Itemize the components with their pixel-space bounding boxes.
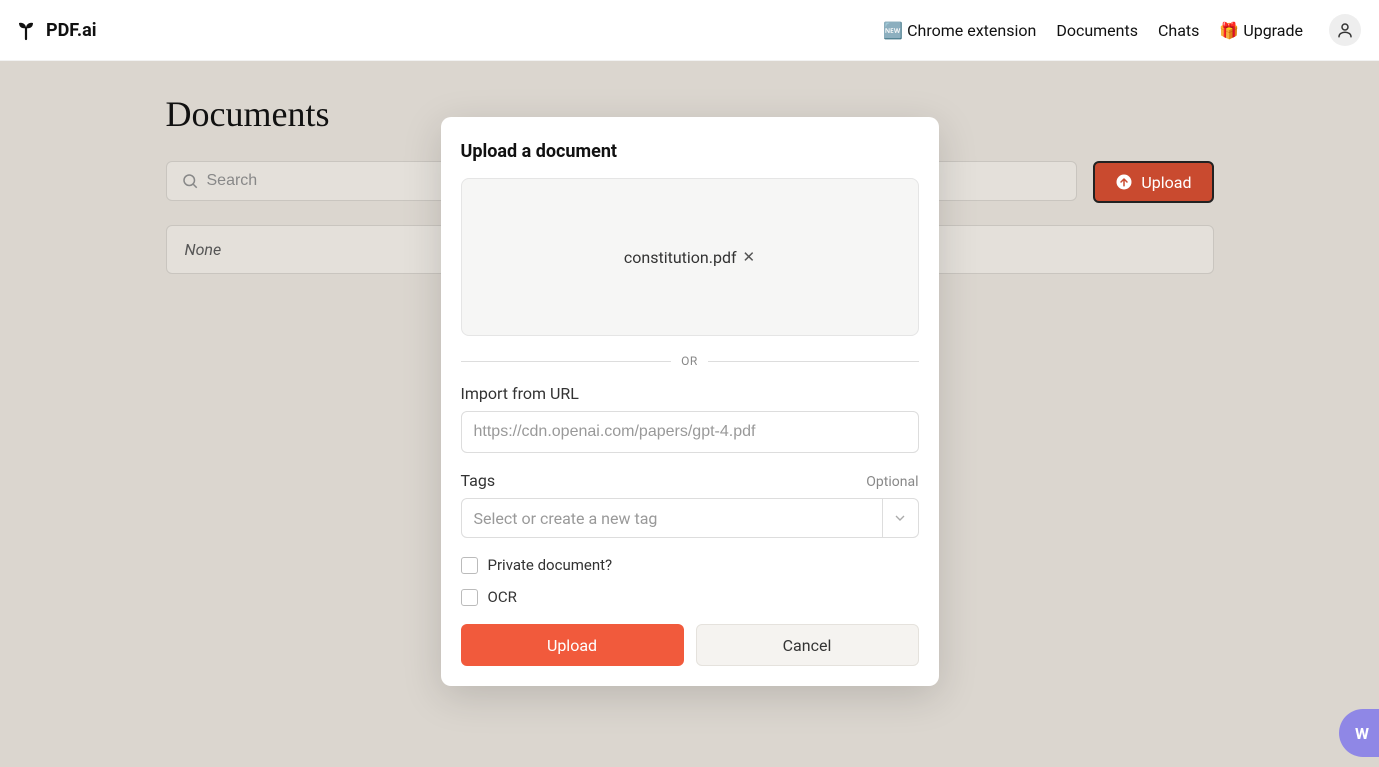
nav-documents[interactable]: Documents (1056, 21, 1138, 40)
upload-icon (1115, 173, 1133, 191)
remove-file-icon[interactable]: ✕ (743, 248, 756, 266)
nav-chrome-extension[interactable]: 🆕 Chrome extension (883, 21, 1036, 40)
tags-select-placeholder: Select or create a new tag (474, 509, 658, 528)
import-url-input[interactable] (461, 411, 919, 453)
checkbox-box (461, 589, 478, 606)
brand-name: PDF.ai (46, 20, 97, 41)
nav-chats-label: Chats (1158, 21, 1199, 40)
tags-select[interactable]: Select or create a new tag (461, 498, 919, 538)
upload-button-label: Upload (1141, 173, 1191, 192)
private-label: Private document? (488, 556, 613, 574)
import-url-label: Import from URL (461, 384, 919, 403)
selected-file-name: constitution.pdf (624, 248, 737, 267)
nav-upgrade[interactable]: 🎁 Upgrade (1219, 21, 1303, 40)
checkbox-box (461, 557, 478, 574)
selected-file: constitution.pdf ✕ (624, 248, 755, 267)
modal-upload-label: Upload (547, 636, 597, 655)
gift-icon: 🎁 (1219, 21, 1239, 40)
chevron-down-icon (882, 499, 918, 537)
app-header: PDF.ai 🆕 Chrome extension Documents Chat… (0, 0, 1379, 61)
upload-button[interactable]: Upload (1093, 161, 1213, 203)
private-checkbox[interactable]: Private document? (461, 556, 919, 574)
tags-label-row: Tags Optional (461, 471, 919, 490)
ocr-label: OCR (488, 588, 517, 606)
brand-logo[interactable]: PDF.ai (14, 18, 97, 42)
empty-state-text: None (185, 240, 222, 259)
modal-actions: Upload Cancel (461, 624, 919, 666)
file-dropzone[interactable]: constitution.pdf ✕ (461, 178, 919, 336)
divider-line (708, 361, 919, 362)
nav-chrome-extension-label: Chrome extension (907, 21, 1036, 40)
ocr-checkbox[interactable]: OCR (461, 588, 919, 606)
or-divider: OR (461, 354, 919, 368)
top-nav: 🆕 Chrome extension Documents Chats 🎁 Upg… (883, 14, 1361, 46)
modal-cancel-button[interactable]: Cancel (696, 624, 919, 666)
upload-modal: Upload a document constitution.pdf ✕ OR … (441, 117, 939, 686)
modal-upload-button[interactable]: Upload (461, 624, 684, 666)
nav-upgrade-label: Upgrade (1243, 21, 1303, 40)
new-badge-icon: 🆕 (883, 21, 903, 40)
fab-label: W (1355, 724, 1369, 743)
nav-documents-label: Documents (1056, 21, 1138, 40)
search-icon (181, 172, 199, 190)
logo-icon (14, 18, 38, 42)
help-fab[interactable]: W (1339, 709, 1379, 757)
modal-cancel-label: Cancel (783, 636, 832, 655)
tags-label: Tags (461, 471, 496, 490)
or-text: OR (681, 354, 698, 368)
divider-line (461, 361, 672, 362)
person-icon (1336, 21, 1354, 39)
modal-title: Upload a document (461, 141, 919, 162)
nav-chats[interactable]: Chats (1158, 21, 1199, 40)
tags-optional: Optional (866, 474, 918, 490)
profile-button[interactable] (1329, 14, 1361, 46)
